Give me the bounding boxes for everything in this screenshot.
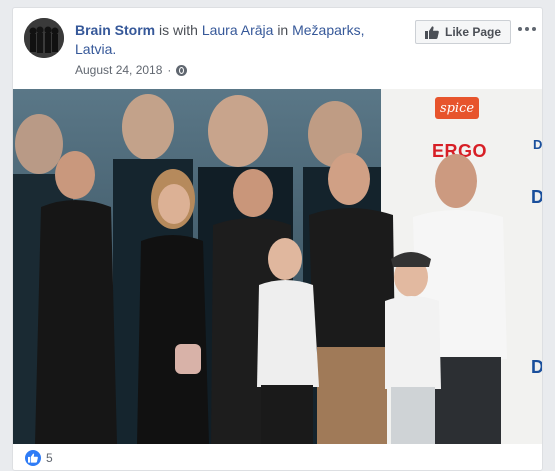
thumbs-up-icon xyxy=(424,25,439,39)
is-with-text: is with xyxy=(159,22,198,38)
globe-icon[interactable] xyxy=(176,64,188,76)
like-page-label: Like Page xyxy=(444,25,502,39)
tagged-person-link[interactable]: Laura Arāja xyxy=(202,22,274,38)
post-photo[interactable]: spice ERGO D D D xyxy=(13,89,542,444)
post-card: Brain Storm is with Laura Arāja in Mežap… xyxy=(12,7,543,471)
like-icon xyxy=(25,450,41,466)
like-page-button[interactable]: Like Page xyxy=(415,20,511,44)
post-date[interactable]: August 24, 2018 xyxy=(75,63,162,77)
reaction-count: 5 xyxy=(46,451,53,465)
post-meta: August 24, 2018 · xyxy=(75,63,188,77)
in-text: in xyxy=(277,22,289,38)
reactions-bar[interactable]: 5 xyxy=(13,444,542,470)
ellipsis-icon[interactable] xyxy=(518,22,536,36)
post-header: Brain Storm is with Laura Arāja in Mežap… xyxy=(75,21,375,59)
page-avatar[interactable] xyxy=(24,18,64,58)
people-group xyxy=(35,151,507,444)
meta-separator: · xyxy=(167,63,172,77)
page-name-link[interactable]: Brain Storm xyxy=(75,22,155,38)
